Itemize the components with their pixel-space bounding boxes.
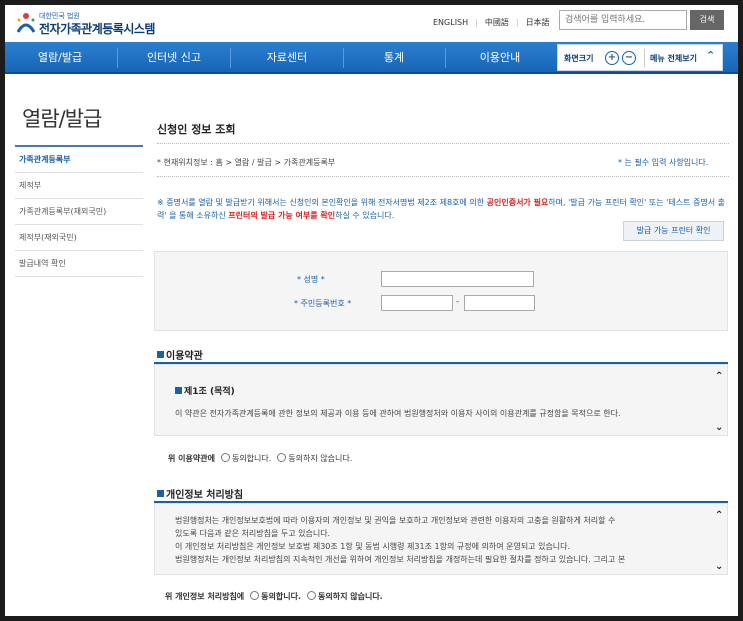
notice-highlight: 공인인증서가 필요 — [486, 198, 549, 207]
privacy-section-title: 개인정보 처리방침 — [157, 486, 243, 501]
top-bar: 대한민국 법원 전자가족관계등록시스템 ENGLISH | 中國語 | 日本語 검색 — [5, 5, 738, 41]
privacy-scrollbar[interactable]: ⌃ ⌄ — [713, 504, 727, 574]
required-note: * 는 필수 입력 사항입니다. — [618, 158, 709, 167]
bullet-icon — [157, 351, 164, 358]
privacy-disagree-radio[interactable] — [307, 591, 317, 600]
terms-heading: 이용약관 — [166, 351, 203, 362]
divider — [157, 176, 729, 177]
nav-item-internet-report[interactable]: 인터넷 신고 — [118, 42, 230, 74]
logo-title: 전자가족관계등록시스템 — [39, 22, 155, 36]
check-printer-button[interactable]: 발급 가능 프린터 확인 — [623, 221, 724, 241]
terms-section-title: 이용약관 — [157, 347, 203, 362]
article-heading: 제1조 (목적) — [184, 387, 235, 397]
terms-disagree-radio[interactable] — [277, 453, 287, 462]
name-label: * 성명 * — [297, 275, 325, 284]
notice-text: ※ 증명서를 열람 및 발급받기 위해서는 신청인의 본인확인을 위해 전자서명… — [157, 196, 732, 222]
scroll-down-icon[interactable]: ⌄ — [715, 561, 723, 572]
bullet-icon — [175, 387, 182, 394]
terms-article-title: 제1조 (목적) — [175, 384, 235, 397]
zoom-label: 화면크기 — [564, 54, 594, 63]
privacy-agreement: 위 개인정보 처리방침에 동의합니다. 동의하지 않습니다. — [165, 591, 383, 602]
sidebar-menu: 가족관계등록부 제적부 가족관계등록부(재외국민) 제적부(재외국민) 발급내역… — [15, 145, 143, 277]
privacy-agree-radio[interactable] — [250, 591, 260, 600]
privacy-line: 있도록 다음과 같은 처리방침을 두고 있습니다. — [175, 529, 331, 538]
name-input[interactable] — [381, 271, 534, 287]
rrn-label: * 주민등록번호 * — [294, 299, 352, 308]
search-input[interactable] — [559, 10, 687, 30]
divider — [157, 143, 729, 144]
chevron-up-icon[interactable]: ⌃ — [706, 49, 715, 62]
sidebar-item-family-register[interactable]: 가족관계등록부 — [15, 147, 143, 173]
main-nav: 열람/발급 인터넷 신고 자료센터 통계 이용안내 화면크기 + − 메뉴 전체… — [5, 42, 738, 74]
court-logo-icon — [16, 13, 36, 33]
scroll-up-icon[interactable]: ⌃ — [715, 371, 723, 382]
page-title: 신청인 정보 조회 — [157, 123, 236, 136]
privacy-line: 법원행정처는 개인정보 처리방침의 지속적인 개선을 위하여 개인정보 처리방침… — [175, 555, 626, 564]
nav-item-guide[interactable]: 이용안내 — [446, 42, 554, 74]
notice-part: 하실 수 있습니다. — [335, 211, 395, 220]
notice-highlight: 프린터의 발급 가능 여부를 확인 — [228, 211, 336, 220]
sidebar-item-issue-history[interactable]: 발급내역 확인 — [15, 251, 143, 277]
privacy-agree-prefix: 위 개인정보 처리방침에 — [165, 592, 245, 601]
lang-chinese-link[interactable]: 中國語 — [485, 18, 509, 27]
nav-item-statistics[interactable]: 통계 — [344, 42, 444, 74]
notice-part: ※ 증명서를 열람 및 발급받기 위해서는 신청인의 본인확인을 위해 전자서명… — [157, 198, 487, 207]
site-logo[interactable]: 대한민국 법원 전자가족관계등록시스템 — [15, 8, 165, 38]
nav-item-view-issue[interactable]: 열람/발급 — [5, 42, 115, 74]
privacy-disagree-label[interactable]: 동의하지 않습니다. — [318, 592, 383, 601]
privacy-scroll-box[interactable]: 법원행정처는 개인정보보호법에 따라 이용자의 개인정보 및 권익을 보호하고 … — [154, 503, 728, 575]
nav-item-data-center[interactable]: 자료센터 — [231, 42, 343, 74]
lang-english-link[interactable]: ENGLISH — [433, 18, 468, 27]
privacy-text: 법원행정처는 개인정보보호법에 따라 이용자의 개인정보 및 권익을 보호하고 … — [175, 514, 705, 566]
terms-agree-label[interactable]: 동의합니다. — [232, 454, 271, 463]
terms-scrollbar[interactable]: ⌃ ⌄ — [713, 365, 727, 435]
applicant-form — [154, 251, 728, 331]
rrn-back-input[interactable] — [464, 295, 535, 311]
scroll-down-icon[interactable]: ⌄ — [715, 422, 723, 433]
privacy-line: 법원행정처는 개인정보보호법에 따라 이용자의 개인정보 및 권익을 보호하고 … — [175, 516, 616, 525]
sidebar-item-removed-register-overseas[interactable]: 제적부(재외국민) — [15, 225, 143, 251]
sidebar-item-removed-register[interactable]: 제적부 — [15, 173, 143, 199]
rrn-separator: - — [456, 297, 460, 307]
sidebar-title: 열람/발급 — [22, 107, 102, 131]
scroll-up-icon[interactable]: ⌃ — [715, 510, 723, 521]
privacy-heading: 개인정보 처리방침 — [166, 490, 244, 501]
privacy-agree-label[interactable]: 동의합니다. — [261, 592, 301, 601]
terms-agreement: 위 이용약관에 동의합니다. 동의하지 않습니다. — [168, 453, 352, 464]
zoom-in-icon[interactable]: + — [605, 51, 619, 65]
search-button[interactable]: 검색 — [690, 10, 724, 30]
language-links: ENGLISH | 中國語 | 日本語 — [433, 18, 550, 27]
rrn-front-input[interactable] — [381, 295, 453, 311]
sidebar-item-family-register-overseas[interactable]: 가족관계등록부(재외국민) — [15, 199, 143, 225]
terms-agree-radio[interactable] — [220, 453, 230, 462]
tools-divider — [644, 49, 645, 67]
browser-viewport: 대한민국 법원 전자가족관계등록시스템 ENGLISH|中國語|日本語 검색 열… — [5, 5, 738, 616]
breadcrumb: * 현재위치정보 : 홈 > 열람 / 발급 > 가족관계등록부 — [157, 158, 336, 167]
terms-disagree-label[interactable]: 동의하지 않습니다. — [288, 454, 352, 463]
zoom-out-icon[interactable]: − — [622, 51, 636, 65]
terms-scroll-box[interactable]: 제1조 (목적) 이 약관은 전자가족관계등록에 관한 정보의 제공과 이용 등… — [154, 364, 728, 436]
view-tools: 화면크기 + − 메뉴 전체보기 ⌃ — [557, 44, 723, 71]
terms-agree-prefix: 위 이용약관에 — [168, 454, 215, 463]
privacy-line: 이 개인정보 처리방침은 개인정보 보호법 제30조 1항 및 동법 시행령 제… — [175, 542, 571, 551]
lang-japanese-link[interactable]: 日本語 — [526, 18, 550, 27]
menu-all-button[interactable]: 메뉴 전체보기 — [650, 53, 697, 64]
bullet-icon — [157, 490, 164, 497]
terms-article-text: 이 약관은 전자가족관계등록에 관한 정보의 제공과 이용 등에 관하여 법원행… — [175, 409, 621, 418]
